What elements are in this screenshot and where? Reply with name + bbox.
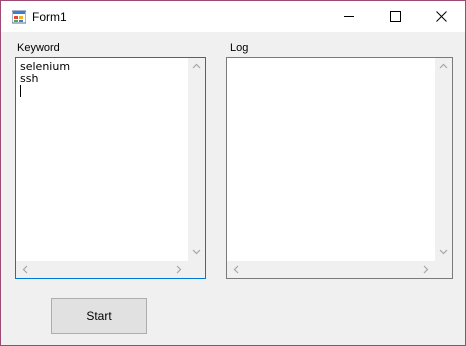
keyword-label: Keyword [17,42,60,54]
minimize-icon [344,16,354,17]
maximize-button[interactable] [373,1,419,32]
scrollbar-corner [188,261,205,278]
log-label: Log [230,42,249,54]
chevron-left-icon [22,265,28,274]
chevron-up-icon [192,63,201,69]
scroll-up-button[interactable] [435,58,452,75]
chevron-down-icon [439,249,448,255]
keyword-line [20,85,70,97]
text-caret [20,85,21,97]
maximize-icon [390,11,401,22]
scroll-right-button[interactable] [171,261,188,278]
close-button[interactable] [419,1,465,32]
keyword-horizontal-scrollbar[interactable] [16,261,188,278]
scroll-up-button[interactable] [188,58,205,75]
chevron-down-icon [192,249,201,255]
scroll-right-button[interactable] [418,261,435,278]
log-horizontal-scrollbar[interactable] [227,261,435,278]
scroll-down-button[interactable] [435,244,452,261]
keyword-text: selenium ssh [20,61,70,97]
chevron-left-icon [233,265,239,274]
minimize-button[interactable] [327,1,373,32]
keyword-line: ssh [20,72,39,85]
log-vertical-scrollbar[interactable] [435,58,452,261]
keyword-vertical-scrollbar[interactable] [188,58,205,261]
chevron-right-icon [176,265,182,274]
log-textbox[interactable] [226,57,453,279]
chevron-up-icon [439,63,448,69]
start-button[interactable]: Start [51,298,147,334]
scrollbar-corner [435,261,452,278]
title-bar[interactable]: Form1 [1,1,465,32]
main-window: Form1 Keyword Log selenium ssh Start [0,0,466,346]
scroll-down-button[interactable] [188,244,205,261]
scroll-left-button[interactable] [16,261,33,278]
chevron-right-icon [423,265,429,274]
scroll-left-button[interactable] [227,261,244,278]
window-title: Form1 [32,10,67,24]
close-icon [436,11,447,22]
app-icon [12,10,26,24]
keyword-textbox[interactable]: selenium ssh [15,57,206,279]
